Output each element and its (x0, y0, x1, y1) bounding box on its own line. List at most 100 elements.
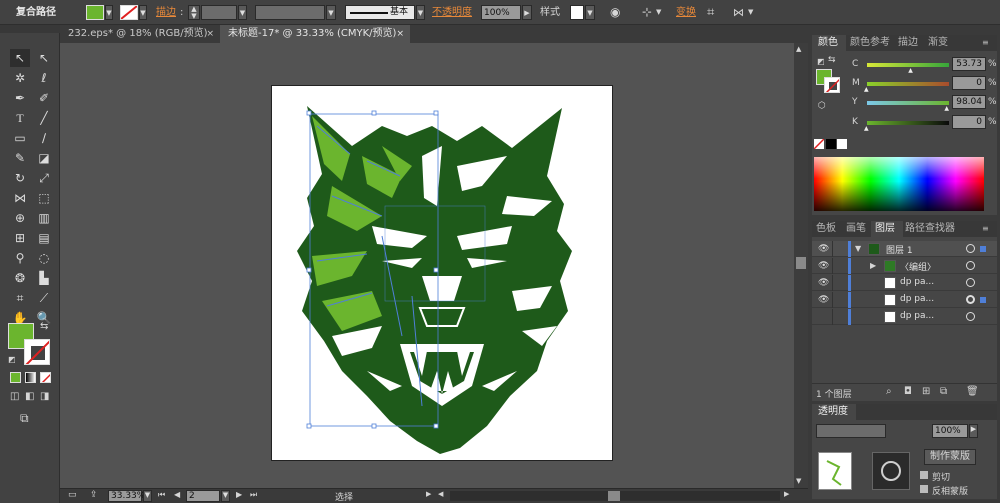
isolate-group-icon[interactable]: ⌗ (707, 5, 714, 20)
layer-name[interactable]: dp pa... (900, 277, 934, 287)
target-icon[interactable] (966, 261, 975, 270)
yellow-slider-thumb[interactable]: ▲ (944, 105, 949, 112)
make-mask-button[interactable]: 制作蒙版 (924, 449, 976, 465)
stroke-swatch[interactable] (120, 5, 138, 20)
yellow-input[interactable]: 98.04 (952, 95, 986, 109)
selection-indicator[interactable] (980, 297, 986, 303)
scroll-down-icon[interactable]: ▼ (796, 477, 801, 485)
opacity-input[interactable]: 100% (932, 424, 968, 438)
swap-fill-stroke-icon[interactable]: ⇆ (828, 55, 836, 65)
next-artboard-icon[interactable]: ▶ (236, 490, 242, 499)
gradient-mode-icon[interactable] (25, 372, 36, 383)
column-graph-icon[interactable]: ▙ (34, 269, 54, 287)
magenta-slider[interactable] (867, 82, 949, 86)
first-artboard-icon[interactable]: ⏮ (158, 490, 165, 500)
mask-thumbnail[interactable] (872, 452, 910, 490)
horizontal-scrollbar[interactable] (450, 491, 780, 501)
scroll-left-icon[interactable]: ◀ (438, 490, 443, 498)
default-fill-stroke-icon[interactable]: ◩ (817, 57, 825, 66)
artboard-number-input[interactable]: 2 (186, 490, 220, 502)
tab-transparency[interactable]: 透明度 (812, 404, 856, 420)
selection-indicator[interactable] (980, 246, 986, 252)
layer-name[interactable]: dp pa... (900, 294, 934, 304)
last-artboard-icon[interactable]: ⏭ (250, 490, 257, 500)
align-icon[interactable]: ⊹ (642, 5, 652, 20)
tab-layers[interactable]: 图层 (871, 221, 903, 237)
lock-column[interactable] (832, 292, 833, 308)
stroke-weight-dropdown[interactable]: ▼ (238, 5, 247, 20)
target-icon[interactable] (966, 278, 975, 287)
screen-mode-icon[interactable]: ⧉ (20, 411, 29, 426)
opacity-label[interactable]: 不透明度 (432, 5, 472, 20)
locate-object-icon[interactable]: ⌕ (886, 386, 892, 397)
zoom-input[interactable]: 33.33% (108, 490, 145, 502)
flip-icon[interactable]: ⋈ (733, 5, 744, 20)
tab-stroke[interactable]: 描边 (898, 35, 918, 51)
color-spectrum[interactable] (814, 157, 984, 211)
opacity-dropdown[interactable]: ▶ (522, 5, 532, 20)
visibility-eye-icon[interactable]: 👁 (818, 244, 829, 254)
collapse-icon[interactable]: ▼ (855, 244, 861, 253)
layer-name[interactable]: 图层 1 (886, 243, 913, 256)
width-tool-icon[interactable]: ⋈ (10, 189, 30, 207)
fill-swatch[interactable] (86, 5, 104, 20)
brush-definition[interactable]: 基本 (345, 5, 415, 20)
fill-dropdown[interactable]: ▼ (105, 5, 113, 20)
scale-icon[interactable]: ⤢ (34, 169, 54, 187)
scroll-right-icon[interactable]: ▶ (784, 490, 789, 498)
clip-checkbox[interactable] (920, 471, 928, 479)
layer-row[interactable]: 👁 dp pa... (812, 275, 997, 291)
layer-row[interactable]: 👁 dp pa... (812, 292, 997, 308)
stroke-label[interactable]: 描边 (156, 5, 176, 20)
scroll-thumb[interactable] (796, 257, 806, 269)
horizontal-scroll-thumb[interactable] (608, 491, 620, 501)
draw-inside-icon[interactable]: ◨ (40, 391, 49, 402)
out-of-gamut-icon[interactable]: ⬡ (818, 101, 826, 111)
lock-column[interactable] (832, 309, 833, 325)
object-thumbnail[interactable] (818, 452, 852, 490)
artboard-tool-icon[interactable]: ⌗ (10, 289, 30, 307)
gradient-tool-icon[interactable]: ▤ (34, 229, 54, 247)
eyedropper-icon[interactable]: ⚲ (10, 249, 30, 267)
target-icon[interactable] (966, 312, 975, 321)
slice-tool-icon[interactable]: ⟋ (34, 289, 54, 307)
eraser-icon[interactable]: ◪ (34, 149, 54, 167)
black-slider[interactable] (867, 121, 949, 125)
curvature-icon[interactable]: ✐ (34, 89, 54, 107)
layer-name[interactable]: dp pa... (900, 311, 934, 321)
artboard[interactable] (271, 85, 613, 461)
brush-dropdown[interactable]: ▼ (416, 5, 425, 20)
opacity-dropdown[interactable]: ▶ (969, 424, 978, 438)
black-input[interactable]: 0 (952, 115, 986, 129)
paintbrush-icon[interactable]: ∕ (34, 129, 54, 147)
variable-width-profile[interactable] (255, 5, 325, 20)
prev-artboard-icon[interactable]: ◀ (174, 490, 180, 499)
panel-menu-icon[interactable]: ≡ (982, 35, 989, 51)
color-mode-icon[interactable] (10, 372, 21, 383)
style-dropdown[interactable]: ▼ (585, 5, 595, 20)
rectangle-tool-icon[interactable]: ▭ (10, 129, 30, 147)
none-swatch[interactable] (814, 139, 824, 149)
shape-builder-icon[interactable]: ⊕ (10, 209, 30, 227)
target-icon[interactable] (966, 244, 975, 253)
make-clipping-mask-icon[interactable]: ◘ (904, 386, 912, 397)
blend-mode-select[interactable] (816, 424, 886, 438)
default-colors-icon[interactable]: ◩ (8, 355, 16, 364)
tab-brushes[interactable]: 画笔 (846, 221, 866, 237)
graphic-style-swatch[interactable] (570, 5, 584, 20)
free-transform-icon[interactable]: ⬚ (34, 189, 54, 207)
close-icon[interactable]: × (206, 25, 214, 43)
scroll-up-icon[interactable]: ▲ (796, 45, 801, 53)
panel-menu-icon[interactable]: ≡ (982, 221, 989, 237)
lock-column[interactable] (832, 275, 833, 291)
artboard-nav-icon[interactable]: ▭ (68, 490, 77, 500)
black-swatch[interactable] (826, 139, 836, 149)
layer-name[interactable]: 〈编组〉 (900, 260, 936, 273)
status-menu-icon[interactable]: ▶ (426, 490, 431, 498)
line-tool-icon[interactable]: ╱ (34, 109, 54, 127)
expand-icon[interactable]: ▶ (870, 261, 876, 270)
white-swatch[interactable] (837, 139, 847, 149)
blend-tool-icon[interactable]: ◌ (34, 249, 54, 267)
new-layer-icon[interactable]: ⧉ (940, 386, 947, 397)
doc-tab-232[interactable]: 232.eps* @ 18% (RGB/预览) × (60, 25, 220, 43)
